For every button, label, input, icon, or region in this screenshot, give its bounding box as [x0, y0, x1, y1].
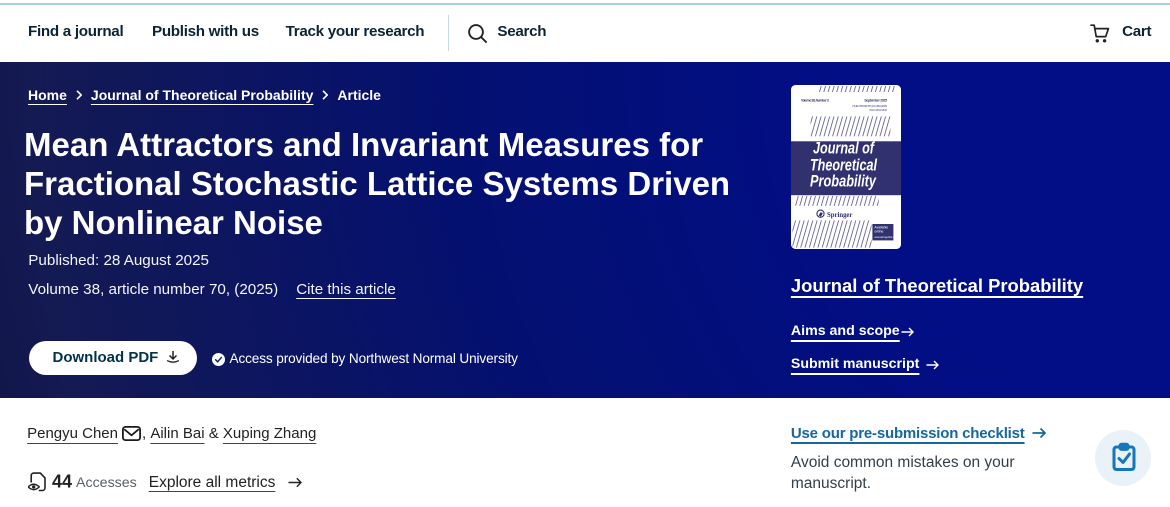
svg-text:Probability: Probability — [810, 172, 877, 190]
svg-text:ISSN 0894-9840: ISSN 0894-9840 — [869, 107, 887, 111]
svg-text:online: online — [874, 229, 883, 233]
svg-text:September 2025: September 2025 — [864, 98, 887, 102]
svg-text:Volume 38, Number 3: Volume 38, Number 3 — [801, 98, 829, 102]
svg-text:Journal of: Journal of — [813, 139, 875, 157]
svg-text:Springer: Springer — [827, 210, 853, 219]
svg-text:www.springerlink.com: www.springerlink.com — [874, 236, 897, 239]
svg-text:Theoretical: Theoretical — [810, 156, 877, 174]
